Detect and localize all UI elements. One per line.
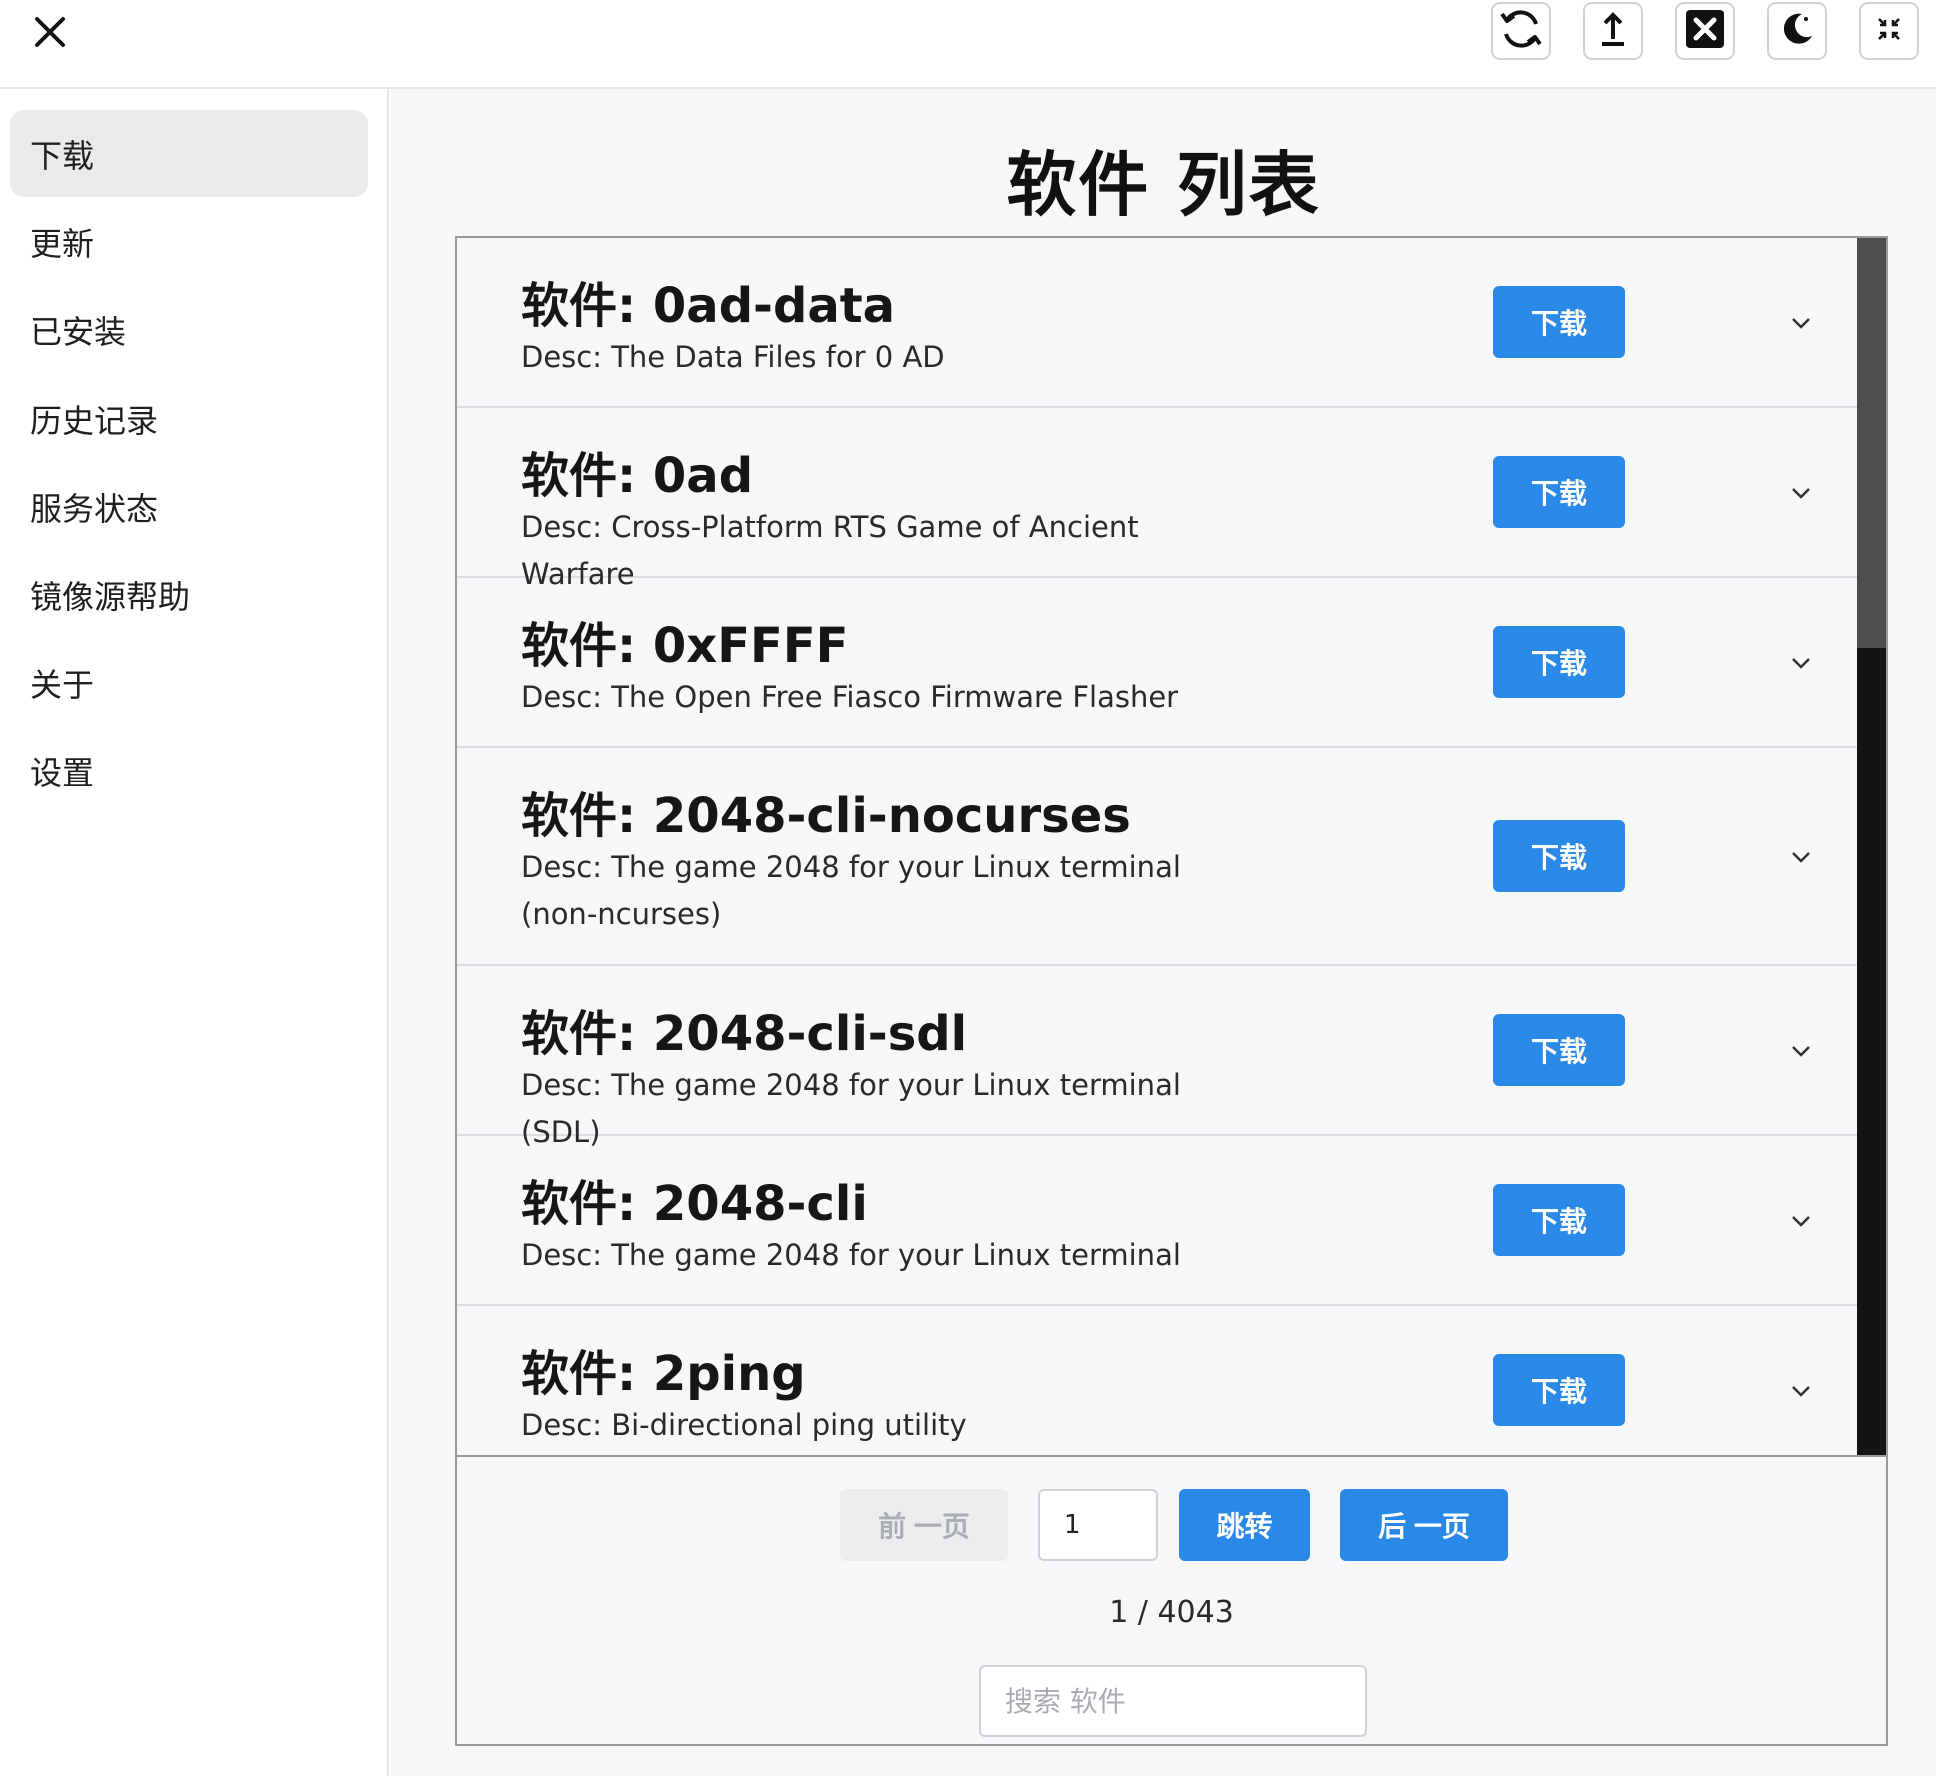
package-name: 软件: 0xFFFF bbox=[521, 618, 849, 674]
chevron-down-icon[interactable] bbox=[1785, 477, 1817, 509]
sidebar-item-label: 关于 bbox=[30, 665, 95, 704]
sidebar-item-settings[interactable]: 设置 bbox=[10, 727, 368, 814]
package-panel: 软件: 0ad-data Desc: The Data Files for 0 … bbox=[455, 236, 1888, 1746]
package-name: 软件: 2048-cli-nocurses bbox=[521, 788, 1131, 844]
package-list: 软件: 0ad-data Desc: The Data Files for 0 … bbox=[457, 238, 1886, 1455]
download-button[interactable]: 下载 bbox=[1493, 1184, 1625, 1256]
package-row: 软件: 0ad-data Desc: The Data Files for 0 … bbox=[457, 238, 1867, 408]
sidebar-item-label: 更新 bbox=[30, 224, 95, 263]
package-name: 软件: 2048-cli bbox=[521, 1176, 868, 1232]
package-name: 软件: 0ad bbox=[521, 448, 754, 504]
scrollbar-thumb[interactable] bbox=[1857, 238, 1886, 648]
sidebar-item-label: 已安装 bbox=[30, 312, 127, 351]
sidebar: 下载 更新 已安装 历史记录 服务状态 镜像源帮助 关于 设置 bbox=[0, 89, 389, 1776]
sidebar-item-download[interactable]: 下载 bbox=[10, 110, 368, 197]
prev-page-button[interactable]: 前 一页 bbox=[840, 1489, 1008, 1561]
chevron-down-icon[interactable] bbox=[1785, 1205, 1817, 1237]
upload-button[interactable] bbox=[1583, 2, 1643, 60]
page-count: 1 / 4043 bbox=[1109, 1595, 1234, 1630]
package-name: 软件: 0ad-data bbox=[521, 278, 896, 334]
upload-icon bbox=[1598, 11, 1628, 51]
sidebar-item-installed[interactable]: 已安装 bbox=[10, 286, 368, 373]
pagination: 前 一页 跳转 后 一页 1 / 4043 bbox=[457, 1455, 1886, 1744]
shrink-window-button[interactable] bbox=[1859, 2, 1919, 60]
close-icon[interactable] bbox=[28, 10, 72, 54]
package-desc: Desc: The Open Free Fiasco Firmware Flas… bbox=[521, 680, 1179, 714]
close-square-icon bbox=[1685, 9, 1725, 53]
package-name: 软件: 2ping bbox=[521, 1346, 806, 1402]
package-name: 软件: 2048-cli-sdl bbox=[521, 1006, 968, 1062]
sidebar-item-updates[interactable]: 更新 bbox=[10, 198, 368, 285]
refresh-button[interactable] bbox=[1491, 2, 1551, 60]
moon-icon bbox=[1778, 10, 1816, 52]
chevron-down-icon[interactable] bbox=[1785, 1035, 1817, 1067]
sidebar-item-about[interactable]: 关于 bbox=[10, 639, 368, 726]
package-row: 软件: 2ping Desc: Bi-directional ping util… bbox=[457, 1306, 1867, 1455]
download-button[interactable]: 下载 bbox=[1493, 1354, 1625, 1426]
sidebar-item-mirror-help[interactable]: 镜像源帮助 bbox=[10, 551, 368, 638]
package-row: 软件: 2048-cli-nocurses Desc: The game 204… bbox=[457, 748, 1867, 966]
search-input[interactable] bbox=[979, 1665, 1367, 1737]
sidebar-item-label: 镜像源帮助 bbox=[30, 577, 191, 616]
package-desc: Desc: The Data Files for 0 AD bbox=[521, 340, 945, 374]
download-button[interactable]: 下载 bbox=[1493, 456, 1625, 528]
close-app-button[interactable] bbox=[1675, 2, 1735, 60]
theme-toggle-button[interactable] bbox=[1767, 2, 1827, 60]
chevron-down-icon[interactable] bbox=[1785, 647, 1817, 679]
package-desc: Desc: Bi-directional ping utility bbox=[521, 1408, 967, 1442]
refresh-icon bbox=[1498, 6, 1544, 56]
sidebar-item-label: 服务状态 bbox=[30, 489, 159, 528]
sidebar-item-label: 历史记录 bbox=[30, 401, 159, 440]
package-desc: Desc: The game 2048 for your Linux termi… bbox=[521, 850, 1181, 931]
sidebar-item-label: 下载 bbox=[30, 136, 95, 175]
sidebar-item-history[interactable]: 历史记录 bbox=[10, 375, 368, 462]
package-row: 软件: 2048-cli Desc: The game 2048 for you… bbox=[457, 1136, 1867, 1306]
download-button[interactable]: 下载 bbox=[1493, 286, 1625, 358]
package-row: 软件: 2048-cli-sdl Desc: The game 2048 for… bbox=[457, 966, 1867, 1149]
package-row: 软件: 0xFFFF Desc: The Open Free Fiasco Fi… bbox=[457, 578, 1867, 748]
chevron-down-icon[interactable] bbox=[1785, 307, 1817, 339]
next-page-button[interactable]: 后 一页 bbox=[1340, 1489, 1508, 1561]
package-row: 软件: 0ad Desc: Cross-Platform RTS Game of… bbox=[457, 408, 1867, 591]
package-desc: Desc: The game 2048 for your Linux termi… bbox=[521, 1238, 1181, 1272]
download-button[interactable]: 下载 bbox=[1493, 820, 1625, 892]
download-button[interactable]: 下载 bbox=[1493, 1014, 1625, 1086]
download-button[interactable]: 下载 bbox=[1493, 626, 1625, 698]
sidebar-item-service-status[interactable]: 服务状态 bbox=[10, 463, 368, 550]
main-content: 软件 列表 软件: 0ad-data Desc: The Data Files … bbox=[391, 89, 1936, 1776]
title-bar bbox=[0, 0, 1936, 89]
page-number-input[interactable] bbox=[1038, 1489, 1158, 1561]
chevron-down-icon[interactable] bbox=[1785, 1375, 1817, 1407]
scrollbar[interactable] bbox=[1857, 238, 1886, 1455]
shrink-icon bbox=[1876, 16, 1902, 46]
jump-button[interactable]: 跳转 bbox=[1179, 1489, 1310, 1561]
page-title: 软件 列表 bbox=[1006, 144, 1321, 226]
chevron-down-icon[interactable] bbox=[1785, 841, 1817, 873]
sidebar-item-label: 设置 bbox=[30, 753, 95, 792]
